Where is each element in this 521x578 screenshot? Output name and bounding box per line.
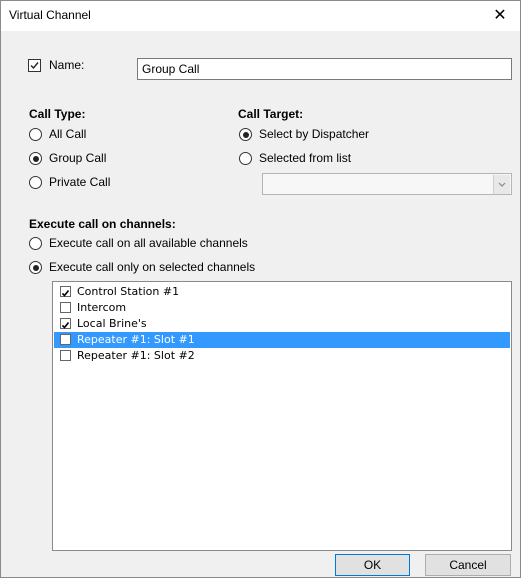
selected-from-list-label: Selected from list xyxy=(259,151,352,165)
window-title: Virtual Channel xyxy=(9,8,91,22)
private-call-label: Private Call xyxy=(49,175,111,189)
radio-private-call[interactable] xyxy=(29,176,42,189)
select-by-dispatcher-label: Select by Dispatcher xyxy=(259,127,370,141)
radio-dot xyxy=(32,264,39,271)
channel-label: Control Station #1 xyxy=(77,285,180,298)
channel-row-repeater-1-slot-2[interactable]: Repeater #1: Slot #2 xyxy=(54,348,510,364)
radio-execute-selected-channels[interactable] xyxy=(29,261,42,274)
radio-dot xyxy=(32,155,39,162)
dropdown-arrow-button[interactable] xyxy=(493,175,510,194)
channel-row-control-station-1[interactable]: Control Station #1 xyxy=(54,284,510,300)
channel-checkbox[interactable] xyxy=(60,302,71,313)
virtual-channel-dialog: Virtual Channel ✕ Name: Group Call Call … xyxy=(0,0,521,578)
channel-checkbox[interactable] xyxy=(60,286,71,297)
cancel-button[interactable]: Cancel xyxy=(425,554,511,576)
group-call-label: Group Call xyxy=(49,151,107,165)
call-type-heading: Call Type: xyxy=(29,107,86,121)
channel-row-intercom[interactable]: Intercom xyxy=(54,300,510,316)
name-label: Name: xyxy=(49,58,85,72)
channel-list[interactable]: Control Station #1 Intercom Local Brine'… xyxy=(52,281,512,551)
name-checkbox[interactable] xyxy=(28,59,41,72)
execute-all-label: Execute call on all available channels xyxy=(49,236,248,250)
channel-row-repeater-1-slot-1[interactable]: Repeater #1: Slot #1 xyxy=(54,332,510,348)
target-list-dropdown[interactable] xyxy=(262,173,512,195)
chevron-down-icon xyxy=(498,182,506,187)
radio-dot xyxy=(242,131,249,138)
ok-button[interactable]: OK xyxy=(335,554,410,576)
radio-group-call[interactable] xyxy=(29,152,42,165)
channel-checkbox[interactable] xyxy=(60,350,71,361)
radio-execute-all-channels[interactable] xyxy=(29,237,42,250)
name-input[interactable]: Group Call xyxy=(137,58,512,80)
title-bar: Virtual Channel ✕ xyxy=(1,1,520,31)
call-target-heading: Call Target: xyxy=(238,107,304,121)
channel-label: Repeater #1: Slot #1 xyxy=(77,333,195,346)
channel-label: Repeater #1: Slot #2 xyxy=(77,349,195,362)
channel-row-local-brines[interactable]: Local Brine's xyxy=(54,316,510,332)
radio-select-by-dispatcher[interactable] xyxy=(239,128,252,141)
execute-selected-label: Execute call only on selected channels xyxy=(49,260,256,274)
channel-label: Intercom xyxy=(77,301,127,314)
close-icon[interactable]: ✕ xyxy=(480,1,520,31)
channel-checkbox[interactable] xyxy=(60,334,71,345)
channel-checkbox[interactable] xyxy=(60,318,71,329)
all-call-label: All Call xyxy=(49,127,87,141)
channel-label: Local Brine's xyxy=(77,317,147,330)
radio-selected-from-list[interactable] xyxy=(239,152,252,165)
radio-all-call[interactable] xyxy=(29,128,42,141)
execute-heading: Execute call on channels: xyxy=(29,217,176,231)
